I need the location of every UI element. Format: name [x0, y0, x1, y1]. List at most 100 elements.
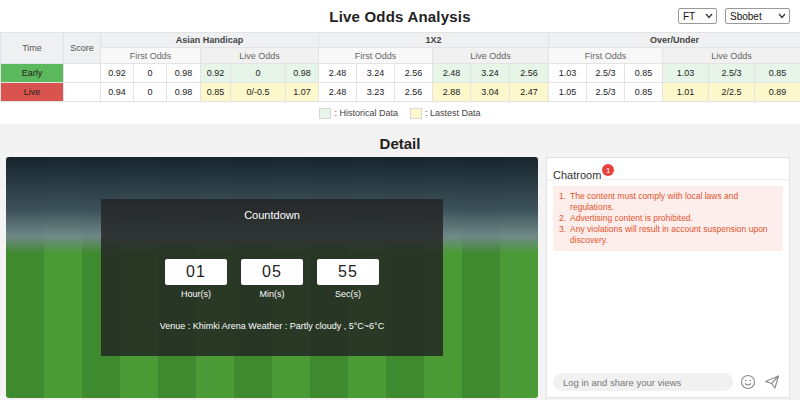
live-odds-cell: 2.88 [433, 83, 471, 102]
chat-input-bar [547, 373, 789, 397]
odds-cell: 0.94 [101, 83, 134, 102]
live-odds-cell: 2.5/3 [709, 64, 755, 83]
rule-number: 3. [559, 224, 566, 246]
odds-row: Live0.9400.980.850/-0.51.072.483.232.562… [1, 83, 800, 102]
live-odds-cell: 1.03 [663, 64, 709, 83]
chevron-down-icon [705, 13, 713, 19]
countdown-value: 55 [317, 259, 379, 285]
rule-item: 2. Advertising content is prohibited. [559, 213, 777, 224]
live-odds-cell: 1.01 [663, 83, 709, 102]
countdown-label: Min(s) [260, 289, 285, 299]
spacer [547, 251, 789, 373]
live-odds-cell: 0.98 [286, 64, 319, 83]
odds-cell: 0.85 [625, 64, 663, 83]
detail-section: DetailCountdown01Hour(s)05Min(s)55Sec(s)… [0, 124, 800, 400]
dropdown[interactable]: FT [678, 8, 717, 24]
live-odds-cell: 2/2.5 [709, 83, 755, 102]
odds-cell: 2.56 [395, 64, 433, 83]
legend-item: : Historical Data [319, 108, 398, 119]
chatroom-header: Chatroom1 [547, 158, 789, 180]
first-odds-header: First Odds [549, 48, 663, 64]
rule-text: The content must comply with local laws … [570, 191, 777, 213]
dropdown[interactable]: Sbobet [725, 8, 790, 24]
live-odds-cell: 0.85 [755, 64, 800, 83]
rule-item: 3.Any violations will result in account … [559, 224, 777, 246]
odds-cell: 0 [134, 83, 167, 102]
countdown-label: Sec(s) [335, 289, 361, 299]
live-odds-cell: 0.85 [201, 83, 231, 102]
countdown-unit: 55 Sec(s) [317, 259, 379, 299]
header-row: TimeScoreAsian Handicap1X2Over/Under [1, 33, 800, 48]
score-header: Score [64, 33, 101, 64]
legend: : Historical Data : Lastest Data [0, 102, 800, 124]
score-cell [64, 64, 101, 83]
countdown-box: Countdown 01 Hour(s) 05 Min(s) 55 Sec(s) Venue … [101, 199, 443, 356]
live-odds-cell: 0.92 [201, 64, 231, 83]
select-group: FT Sbobet [471, 8, 790, 24]
countdown-value: 05 [241, 259, 303, 285]
countdown-unit: 01 Hour(s) [165, 259, 227, 299]
odds-cell: 1.03 [549, 64, 587, 83]
first-odds-header: First Odds [101, 48, 201, 64]
chat-input[interactable] [553, 373, 733, 391]
live-odds-header: Live Odds [201, 48, 319, 64]
odds-cell: 2.5/3 [587, 64, 625, 83]
stadium-picture: Countdown 01 Hour(s) 05 Min(s) 55 Sec(s) Venue … [6, 157, 538, 398]
row-label: Early [1, 64, 64, 83]
time-header: Time [1, 33, 64, 64]
chatroom-title[interactable]: Chatroom [553, 169, 601, 181]
rule-number: 1. [559, 191, 566, 213]
score-cell [64, 83, 101, 102]
detail-panels: Countdown 01 Hour(s) 05 Min(s) 55 Sec(s) Venue … [0, 157, 800, 400]
send-button[interactable] [763, 373, 781, 391]
odds-cell: 3.23 [357, 83, 395, 102]
chevron-down-icon [778, 13, 786, 19]
odds-cell: 0.92 [101, 64, 134, 83]
countdown-value: 01 [165, 259, 227, 285]
legend-label: : Historical Data [334, 108, 398, 118]
first-odds-header: First Odds [319, 48, 433, 64]
group-header: 1X2 [319, 33, 549, 48]
live-odds-cell: 3.04 [471, 83, 510, 102]
odds-cell: 2.48 [319, 83, 357, 102]
countdown-label: Hour(s) [181, 289, 211, 299]
row-label: Live [1, 83, 64, 102]
live-odds-cell: 2.56 [510, 64, 549, 83]
legend-label: : Lastest Data [425, 108, 481, 118]
countdown-title: Countdown [244, 209, 300, 221]
odds-cell: 3.24 [357, 64, 395, 83]
odds-row: Early0.9200.980.9200.982.483.242.562.483… [1, 64, 800, 83]
odds-cell: 2.5/3 [587, 83, 625, 102]
message-badge: 1 [602, 164, 614, 176]
odds-cell: 0 [134, 64, 167, 83]
legend-item: : Lastest Data [410, 108, 481, 119]
smiley-icon [740, 374, 756, 390]
live-odds-cell: 1.07 [286, 83, 319, 102]
live-odds-cell: 3.24 [471, 64, 510, 83]
live-odds-cell: 2.48 [433, 64, 471, 83]
rule-text: Advertising content is prohibited. [570, 213, 693, 224]
dropdown-value: FT [683, 11, 695, 22]
legend-swatch [319, 108, 331, 119]
rule-number: 2. [559, 213, 566, 224]
group-header: Asian Handicap [101, 33, 319, 48]
live-odds-cell: 0.89 [755, 83, 800, 102]
live-odds-header: Live Odds [433, 48, 549, 64]
dropdown-value: Sbobet [730, 11, 762, 22]
odds-cell: 0.98 [167, 83, 201, 102]
odds-cell: 0.98 [167, 64, 201, 83]
odds-table: TimeScoreAsian Handicap1X2Over/UnderFirs… [0, 32, 800, 102]
group-header: Over/Under [549, 33, 800, 48]
venue-info: Venue : Khimki Arena Weather : Partly cl… [160, 321, 384, 331]
odds-cell: 1.05 [549, 83, 587, 102]
countdown-unit: 05 Min(s) [241, 259, 303, 299]
countdown-units: 01 Hour(s) 05 Min(s) 55 Sec(s) [165, 259, 379, 299]
live-odds-header: Live Odds [663, 48, 800, 64]
odds-cell: 2.56 [395, 83, 433, 102]
rule-item: 1.The content must comply with local law… [559, 191, 777, 213]
emoji-button[interactable] [739, 373, 757, 391]
legend-swatch [410, 108, 422, 119]
live-odds-cell: 0 [231, 64, 286, 83]
rule-text: Any violations will result in account su… [570, 224, 777, 246]
live-odds-cell: 2.47 [510, 83, 549, 102]
